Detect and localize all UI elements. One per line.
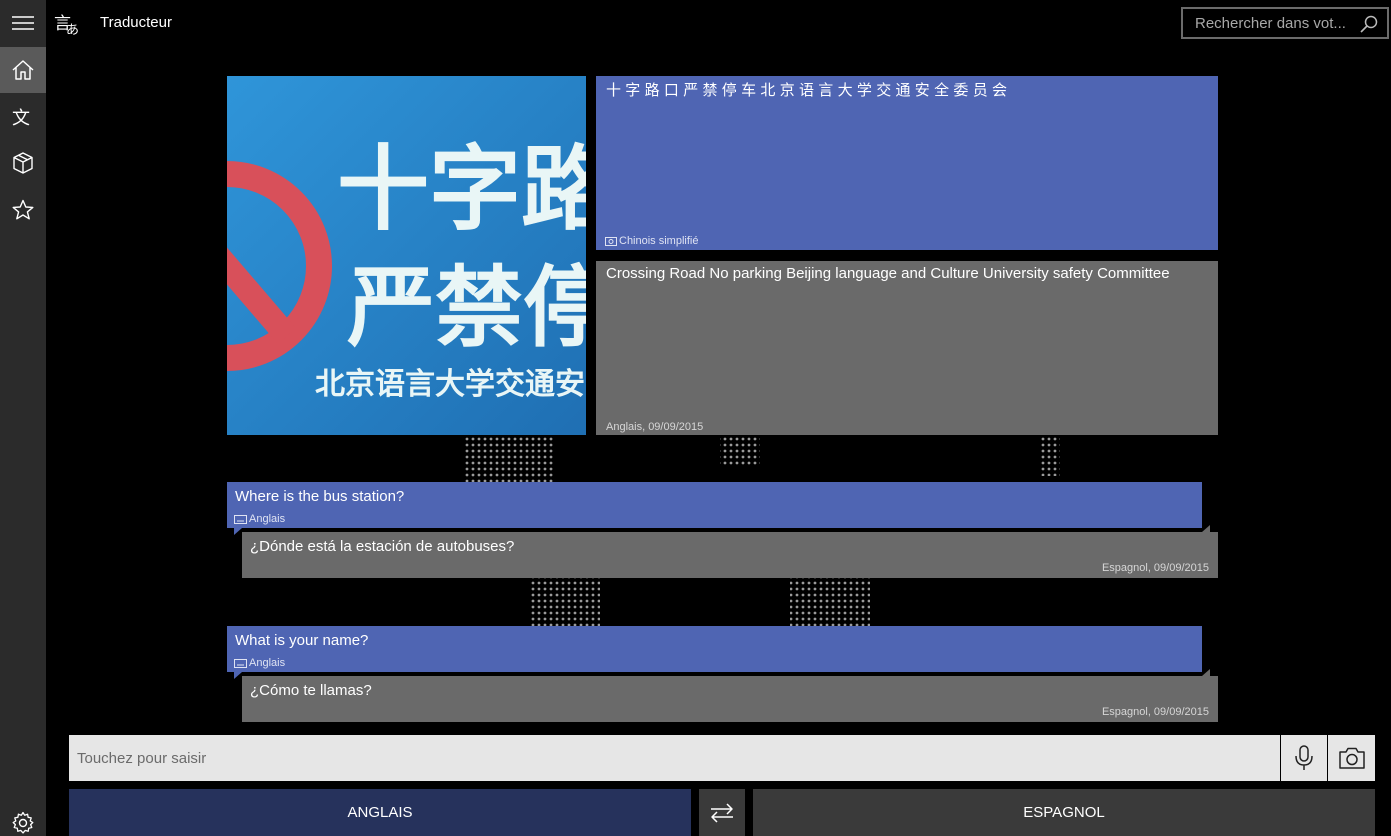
source-language: Anglais [249, 657, 286, 669]
nav-rail: 文 [0, 0, 46, 836]
source-language: Anglais [249, 513, 286, 525]
sign-line-3: 北京语言大学交通安 [315, 367, 585, 402]
target-text: ¿Dónde está la estación de autobuses? [250, 538, 515, 555]
ocr-source-meta: Chinois simplifié [605, 235, 698, 247]
star-icon [12, 199, 34, 220]
translator-logo-icon: 言 あ [54, 14, 79, 37]
sign-photo-image: 十字路 严禁停 北京语言大学交通安 [227, 76, 586, 435]
nav-item-translate[interactable]: 文 [0, 94, 46, 140]
search-icon[interactable] [1359, 14, 1379, 34]
camera-button[interactable] [1328, 735, 1375, 781]
search-box [1181, 7, 1389, 39]
bubble-tail [234, 672, 242, 679]
target-language-button[interactable]: ESPAGNOL [753, 789, 1375, 836]
ocr-translation-card[interactable]: Crossing Road No parking Beijing languag… [596, 261, 1218, 435]
nav-item-favorites[interactable] [0, 187, 46, 233]
ocr-source-language: Chinois simplifié [619, 235, 699, 247]
nav-item-home[interactable] [0, 47, 46, 93]
target-bubble[interactable]: ¿Cómo te llamas? Espagnol, 09/09/2015 [242, 669, 1218, 722]
ocr-translation-meta: Anglais, 09/09/2015 [606, 421, 704, 433]
sign-line-2: 严禁停 [347, 256, 586, 359]
svg-text:あ: あ [66, 23, 79, 37]
source-language-button[interactable]: ANGLAIS [69, 789, 691, 836]
search-input[interactable] [1195, 14, 1355, 32]
source-bubble[interactable]: What is your name? Anglais [227, 626, 1202, 679]
keyboard-icon [234, 658, 247, 668]
app-title: Traducteur [100, 14, 172, 31]
ocr-translation-text: Crossing Road No parking Beijing languag… [606, 265, 1170, 282]
nav-item-settings[interactable] [0, 800, 46, 836]
keyboard-icon [234, 514, 247, 524]
target-bubble[interactable]: ¿Dónde está la estación de autobuses? Es… [242, 525, 1218, 578]
camera-small-icon [605, 237, 617, 246]
microphone-button[interactable] [1281, 735, 1327, 781]
target-text: ¿Cómo te llamas? [250, 682, 372, 699]
sign-line-1: 十字路 [337, 136, 586, 243]
gear-icon [12, 811, 34, 834]
bubble-tail [234, 528, 242, 535]
swap-languages-button[interactable] [699, 789, 745, 836]
ocr-source-text: 十字路口严禁停车北京语言大学交通安全委员会 [606, 81, 1012, 99]
source-bubble[interactable]: Where is the bus station? Anglais [227, 482, 1202, 535]
target-meta: Espagnol, 09/09/2015 [1101, 706, 1209, 718]
svg-text:文: 文 [12, 108, 30, 129]
ocr-source-card[interactable]: 十字路口严禁停车北京语言大学交通安全委员会 Chinois simplifié [596, 76, 1218, 250]
bubble-tail [1202, 525, 1210, 532]
translate-icon: 文 [12, 108, 30, 129]
camera-icon [1338, 747, 1365, 769]
source-meta: Anglais [234, 657, 285, 669]
swap-icon [711, 802, 733, 823]
source-text: What is your name? [235, 632, 369, 649]
package-icon [13, 152, 33, 174]
target-meta: Espagnol, 09/09/2015 [1101, 562, 1209, 574]
source-meta: Anglais [234, 513, 285, 525]
home-icon [12, 60, 34, 80]
menu-icon [12, 16, 34, 30]
text-input[interactable] [69, 735, 1280, 781]
source-text: Where is the bus station? [235, 488, 405, 505]
text-input-bar [69, 735, 1280, 781]
nav-item-packs[interactable] [0, 140, 46, 186]
microphone-icon [1295, 745, 1313, 770]
captured-photo[interactable]: 十字路 严禁停 北京语言大学交通安 [227, 76, 586, 435]
bubble-tail [1202, 669, 1210, 676]
hamburger-menu-button[interactable] [0, 0, 46, 46]
